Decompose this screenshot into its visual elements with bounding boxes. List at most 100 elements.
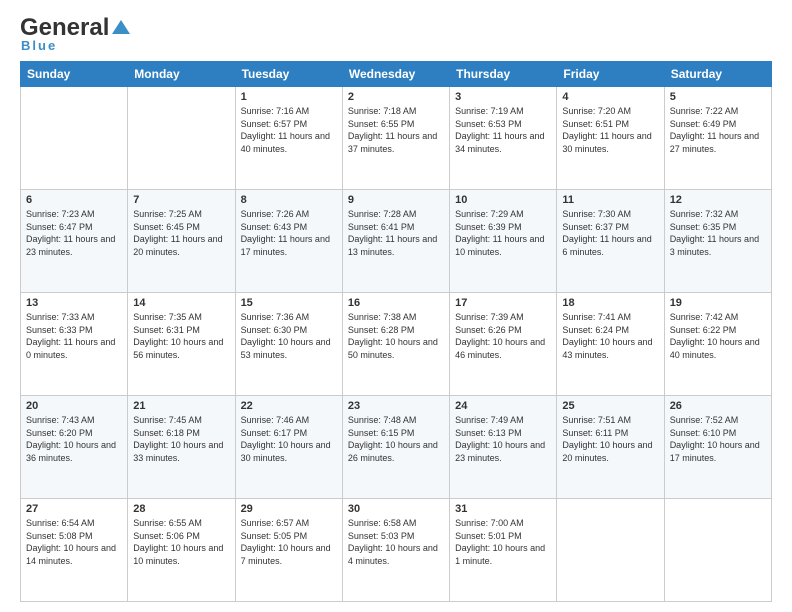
calendar-cell: 15 Sunrise: 7:36 AM Sunset: 6:30 PM Dayli… [235, 293, 342, 396]
day-number: 5 [670, 91, 766, 103]
day-number: 19 [670, 297, 766, 309]
calendar-cell: 31 Sunrise: 7:00 AM Sunset: 5:01 PM Dayli… [450, 499, 557, 602]
day-number: 17 [455, 297, 551, 309]
calendar-cell: 29 Sunrise: 6:57 AM Sunset: 5:05 PM Dayli… [235, 499, 342, 602]
calendar-cell: 3 Sunrise: 7:19 AM Sunset: 6:53 PM Daylig… [450, 87, 557, 190]
calendar-cell: 21Sunrise: 7:45 AM Sunset: 6:18 PM Dayli… [128, 396, 235, 499]
calendar-cell: 4 Sunrise: 7:20 AM Sunset: 6:51 PM Daylig… [557, 87, 664, 190]
weekday-header-thursday: Thursday [450, 62, 557, 87]
day-info: Sunrise: 7:22 AM Sunset: 6:49 PM Dayligh… [670, 105, 766, 155]
calendar: SundayMondayTuesdayWednesdayThursdayFrid… [20, 61, 772, 602]
calendar-cell: 25Sunrise: 7:51 AM Sunset: 6:11 PM Dayli… [557, 396, 664, 499]
calendar-cell: 5 Sunrise: 7:22 AM Sunset: 6:49 PM Daylig… [664, 87, 771, 190]
weekday-header-sunday: Sunday [21, 62, 128, 87]
day-number: 22 [241, 400, 337, 412]
day-info: Sunrise: 7:16 AM Sunset: 6:57 PM Dayligh… [241, 105, 337, 155]
day-info: Sunrise: 6:54 AM Sunset: 5:08 PM Dayligh… [26, 517, 122, 567]
calendar-header-row: SundayMondayTuesdayWednesdayThursdayFrid… [21, 62, 772, 87]
calendar-week-4: 20 Sunrise: 7:43 AM Sunset: 6:20 PM Dayli… [21, 396, 772, 499]
day-info: Sunrise: 7:39 AM Sunset: 6:26 PM Dayligh… [455, 311, 551, 361]
day-number: 16 [348, 297, 444, 309]
day-number: 13 [26, 297, 122, 309]
logo: General Blue [20, 16, 132, 53]
page: General Blue SundayMondayTuesdayWednesda… [0, 0, 792, 612]
day-info: Sunrise: 7:36 AM Sunset: 6:30 PM Dayligh… [241, 311, 337, 361]
calendar-cell: 11 Sunrise: 7:30 AM Sunset: 6:37 PM Dayli… [557, 190, 664, 293]
calendar-cell: 13 Sunrise: 7:33 AM Sunset: 6:33 PM Dayli… [21, 293, 128, 396]
calendar-cell: 7 Sunrise: 7:25 AM Sunset: 6:45 PM Daylig… [128, 190, 235, 293]
day-info: Sunrise: 7:48 AM Sunset: 6:15 PM Dayligh… [348, 414, 444, 464]
weekday-header-monday: Monday [128, 62, 235, 87]
day-info: Sunrise: 7:43 AM Sunset: 6:20 PM Dayligh… [26, 414, 122, 464]
day-info: Sunrise: 7:49 AM Sunset: 6:13 PM Dayligh… [455, 414, 551, 464]
day-info: Sunrise: 7:51 AM Sunset: 6:11 PM Dayligh… [562, 414, 658, 464]
day-number: 3 [455, 91, 551, 103]
day-number: 20 [26, 400, 122, 412]
day-info: Sunrise: 7:42 AM Sunset: 6:22 PM Dayligh… [670, 311, 766, 361]
day-info: Sunrise: 6:55 AM Sunset: 5:06 PM Dayligh… [133, 517, 229, 567]
day-number: 15 [241, 297, 337, 309]
calendar-cell: 28 Sunrise: 6:55 AM Sunset: 5:06 PM Dayli… [128, 499, 235, 602]
logo-blue-text: Blue [21, 38, 57, 53]
calendar-cell: 6 Sunrise: 7:23 AM Sunset: 6:47 PM Daylig… [21, 190, 128, 293]
day-number: 11 [562, 194, 658, 206]
day-info: Sunrise: 7:35 AM Sunset: 6:31 PM Dayligh… [133, 311, 229, 361]
day-info: Sunrise: 7:29 AM Sunset: 6:39 PM Dayligh… [455, 208, 551, 258]
day-number: 9 [348, 194, 444, 206]
day-info: Sunrise: 7:18 AM Sunset: 6:55 PM Dayligh… [348, 105, 444, 155]
day-info: Sunrise: 7:30 AM Sunset: 6:37 PM Dayligh… [562, 208, 658, 258]
calendar-cell: 27 Sunrise: 6:54 AM Sunset: 5:08 PM Dayli… [21, 499, 128, 602]
day-info: Sunrise: 7:20 AM Sunset: 6:51 PM Dayligh… [562, 105, 658, 155]
day-info: Sunrise: 7:52 AM Sunset: 6:10 PM Dayligh… [670, 414, 766, 464]
calendar-cell: 22Sunrise: 7:46 AM Sunset: 6:17 PM Dayli… [235, 396, 342, 499]
day-info: Sunrise: 6:57 AM Sunset: 5:05 PM Dayligh… [241, 517, 337, 567]
calendar-week-3: 13 Sunrise: 7:33 AM Sunset: 6:33 PM Dayli… [21, 293, 772, 396]
calendar-cell [128, 87, 235, 190]
day-number: 31 [455, 503, 551, 515]
calendar-cell: 2 Sunrise: 7:18 AM Sunset: 6:55 PM Daylig… [342, 87, 449, 190]
day-number: 4 [562, 91, 658, 103]
day-info: Sunrise: 7:38 AM Sunset: 6:28 PM Dayligh… [348, 311, 444, 361]
calendar-cell: 23 Sunrise: 7:48 AM Sunset: 6:15 PM Dayli… [342, 396, 449, 499]
header: General Blue [20, 16, 772, 53]
day-number: 7 [133, 194, 229, 206]
calendar-cell [557, 499, 664, 602]
calendar-week-5: 27 Sunrise: 6:54 AM Sunset: 5:08 PM Dayli… [21, 499, 772, 602]
calendar-cell: 9 Sunrise: 7:28 AM Sunset: 6:41 PM Daylig… [342, 190, 449, 293]
day-info: Sunrise: 7:19 AM Sunset: 6:53 PM Dayligh… [455, 105, 551, 155]
day-info: Sunrise: 7:41 AM Sunset: 6:24 PM Dayligh… [562, 311, 658, 361]
day-info: Sunrise: 7:23 AM Sunset: 6:47 PM Dayligh… [26, 208, 122, 258]
day-number: 6 [26, 194, 122, 206]
calendar-cell: 8 Sunrise: 7:26 AM Sunset: 6:43 PM Daylig… [235, 190, 342, 293]
day-number: 1 [241, 91, 337, 103]
weekday-header-friday: Friday [557, 62, 664, 87]
day-info: Sunrise: 7:26 AM Sunset: 6:43 PM Dayligh… [241, 208, 337, 258]
day-number: 23 [348, 400, 444, 412]
logo-triangle-icon [110, 16, 132, 38]
calendar-cell: 19 Sunrise: 7:42 AM Sunset: 6:22 PM Dayli… [664, 293, 771, 396]
calendar-week-1: 1 Sunrise: 7:16 AM Sunset: 6:57 PM Daylig… [21, 87, 772, 190]
day-info: Sunrise: 7:33 AM Sunset: 6:33 PM Dayligh… [26, 311, 122, 361]
day-number: 10 [455, 194, 551, 206]
day-number: 29 [241, 503, 337, 515]
calendar-cell: 20 Sunrise: 7:43 AM Sunset: 6:20 PM Dayli… [21, 396, 128, 499]
calendar-cell: 1 Sunrise: 7:16 AM Sunset: 6:57 PM Daylig… [235, 87, 342, 190]
day-info: Sunrise: 7:28 AM Sunset: 6:41 PM Dayligh… [348, 208, 444, 258]
day-info: Sunrise: 7:00 AM Sunset: 5:01 PM Dayligh… [455, 517, 551, 567]
calendar-week-2: 6 Sunrise: 7:23 AM Sunset: 6:47 PM Daylig… [21, 190, 772, 293]
calendar-cell [664, 499, 771, 602]
day-info: Sunrise: 6:58 AM Sunset: 5:03 PM Dayligh… [348, 517, 444, 567]
day-number: 30 [348, 503, 444, 515]
calendar-cell: 14Sunrise: 7:35 AM Sunset: 6:31 PM Dayli… [128, 293, 235, 396]
day-number: 8 [241, 194, 337, 206]
logo-general: General [20, 16, 109, 40]
calendar-cell: 12Sunrise: 7:32 AM Sunset: 6:35 PM Dayli… [664, 190, 771, 293]
weekday-header-wednesday: Wednesday [342, 62, 449, 87]
calendar-cell: 17 Sunrise: 7:39 AM Sunset: 6:26 PM Dayli… [450, 293, 557, 396]
weekday-header-tuesday: Tuesday [235, 62, 342, 87]
day-number: 28 [133, 503, 229, 515]
day-number: 27 [26, 503, 122, 515]
day-info: Sunrise: 7:25 AM Sunset: 6:45 PM Dayligh… [133, 208, 229, 258]
day-number: 26 [670, 400, 766, 412]
day-number: 2 [348, 91, 444, 103]
